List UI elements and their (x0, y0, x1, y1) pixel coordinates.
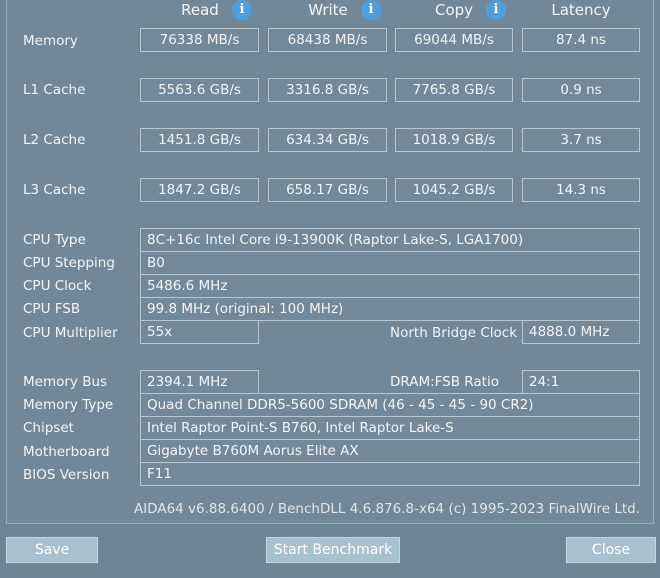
dram-fsb-ratio-label: DRAM:FSB Ratio (390, 374, 499, 390)
l2-copy-value: 1018.9 GB/s (395, 128, 513, 152)
cpu-type-label: CPU Type (23, 232, 86, 248)
copy-info-icon[interactable]: i (486, 0, 506, 20)
cpu-stepping-label: CPU Stepping (23, 255, 115, 271)
l3-label: L3 Cache (23, 182, 86, 198)
cpu-multiplier-value: 55x (140, 320, 259, 344)
l3-read-value: 1847.2 GB/s (140, 178, 259, 202)
cpu-multiplier-label: CPU Multiplier (23, 325, 118, 341)
l1-read-value: 5563.6 GB/s (140, 78, 259, 102)
l3-write-value: 658.17 GB/s (268, 178, 387, 202)
cpu-clock-value: 5486.6 MHz (140, 274, 640, 298)
bios-version-value: F11 (140, 462, 640, 486)
cpu-fsb-value: 99.8 MHz (original: 100 MHz) (140, 297, 640, 321)
dram-fsb-ratio-value: 24:1 (522, 370, 640, 394)
memory-latency-value: 87.4 ns (522, 28, 640, 52)
l2-latency-value: 3.7 ns (522, 128, 640, 152)
l1-label: L1 Cache (23, 82, 86, 98)
chipset-value: Intel Raptor Point-S B760, Intel Raptor … (140, 416, 640, 440)
memory-bus-label: Memory Bus (23, 374, 108, 390)
cpu-clock-label: CPU Clock (23, 278, 92, 294)
l3-copy-value: 1045.2 GB/s (395, 178, 513, 202)
chipset-label: Chipset (23, 420, 74, 436)
memory-read-value: 76338 MB/s (140, 28, 259, 52)
l1-write-value: 3316.8 GB/s (268, 78, 387, 102)
motherboard-value: Gigabyte B760M Aorus Elite AX (140, 439, 640, 463)
l2-read-value: 1451.8 GB/s (140, 128, 259, 152)
memory-copy-value: 69044 MB/s (395, 28, 513, 52)
memory-type-value: Quad Channel DDR5-5600 SDRAM (46 - 45 - … (140, 393, 640, 417)
save-button[interactable]: Save (6, 537, 98, 563)
motherboard-label: Motherboard (23, 444, 110, 460)
header-latency: Latency (551, 1, 611, 19)
memory-label: Memory (23, 33, 78, 49)
cpu-type-value: 8C+16c Intel Core i9-13900K (Raptor Lake… (140, 228, 640, 252)
cpu-fsb-label: CPU FSB (23, 301, 81, 317)
copyright-footer: AIDA64 v6.88.6400 / BenchDLL 4.6.876.8-x… (133, 501, 640, 517)
cpu-stepping-value: B0 (140, 251, 640, 275)
read-info-icon[interactable]: i (232, 0, 252, 20)
memory-type-label: Memory Type (23, 397, 114, 413)
l3-latency-value: 14.3 ns (522, 178, 640, 202)
nb-clock-value: 4888.0 MHz (522, 320, 640, 344)
memory-write-value: 68438 MB/s (268, 28, 387, 52)
bios-version-label: BIOS Version (23, 467, 110, 483)
l1-latency-value: 0.9 ns (522, 78, 640, 102)
l1-copy-value: 7765.8 GB/s (395, 78, 513, 102)
start-benchmark-button[interactable]: Start Benchmark (266, 537, 400, 563)
nb-clock-label: North Bridge Clock (390, 325, 518, 341)
close-button[interactable]: Close (566, 537, 656, 563)
memory-bus-value: 2394.1 MHz (140, 370, 259, 394)
l2-write-value: 634.34 GB/s (268, 128, 387, 152)
write-info-icon[interactable]: i (361, 0, 381, 20)
l2-label: L2 Cache (23, 132, 86, 148)
